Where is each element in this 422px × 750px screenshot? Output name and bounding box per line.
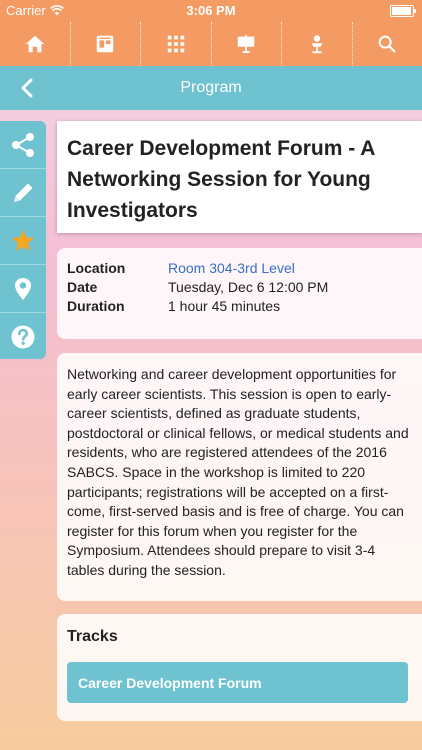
session-title-card: Career Development Forum - A Networking …	[57, 121, 422, 233]
floor-grid-icon	[167, 35, 184, 53]
help-button[interactable]	[0, 313, 46, 359]
share-icon	[12, 132, 34, 157]
nav-speakers-button[interactable]	[281, 22, 352, 66]
map-pin-icon	[15, 277, 31, 300]
session-actions-toolbar	[0, 121, 46, 359]
exhibitor-booth-icon	[97, 35, 114, 53]
add-note-button[interactable]	[0, 169, 46, 217]
speaker-podium-icon	[311, 35, 323, 54]
track-career-development-forum-button[interactable]: Career Development Forum	[67, 662, 408, 703]
pencil-icon	[14, 183, 33, 202]
session-description: Networking and career development opport…	[67, 366, 409, 578]
location-link[interactable]: Room 304-3rd Level	[168, 259, 295, 278]
home-icon	[25, 35, 44, 53]
clock: 3:06 PM	[186, 3, 236, 18]
nav-exhibitors-button[interactable]	[69, 22, 141, 66]
share-button[interactable]	[0, 121, 46, 169]
favorite-button[interactable]	[0, 217, 46, 265]
main-nav	[0, 22, 422, 66]
nav-posters-button[interactable]	[210, 22, 282, 66]
nav-floorplan-button[interactable]	[140, 22, 211, 66]
date-label: Date	[67, 279, 98, 295]
tracks-heading: Tracks	[67, 628, 118, 645]
help-icon	[11, 325, 35, 348]
page-header: Program	[0, 66, 422, 110]
location-label: Location	[67, 260, 126, 276]
status-bar: Carrier 3:06 PM	[0, 0, 422, 22]
nav-search-button[interactable]	[351, 22, 422, 66]
star-icon	[12, 229, 34, 251]
search-icon	[378, 35, 396, 53]
duration-label: Duration	[67, 298, 125, 314]
presentation-board-icon	[238, 34, 255, 53]
battery-icon	[390, 5, 416, 17]
duration-value: 1 hour 45 minutes	[168, 298, 281, 314]
date-value: Tuesday, Dec 6 12:00 PM	[168, 279, 329, 295]
session-title: Career Development Forum - A Networking …	[67, 137, 375, 222]
nav-home-button[interactable]	[0, 22, 70, 66]
session-description-card: Networking and career development opport…	[57, 353, 422, 601]
page-title: Program	[180, 79, 242, 96]
tracks-card: Tracks Career Development Forum	[57, 614, 422, 721]
map-location-button[interactable]	[0, 265, 46, 313]
session-info-card: Location Room 304-3rd Level Date Tuesday…	[57, 248, 422, 339]
